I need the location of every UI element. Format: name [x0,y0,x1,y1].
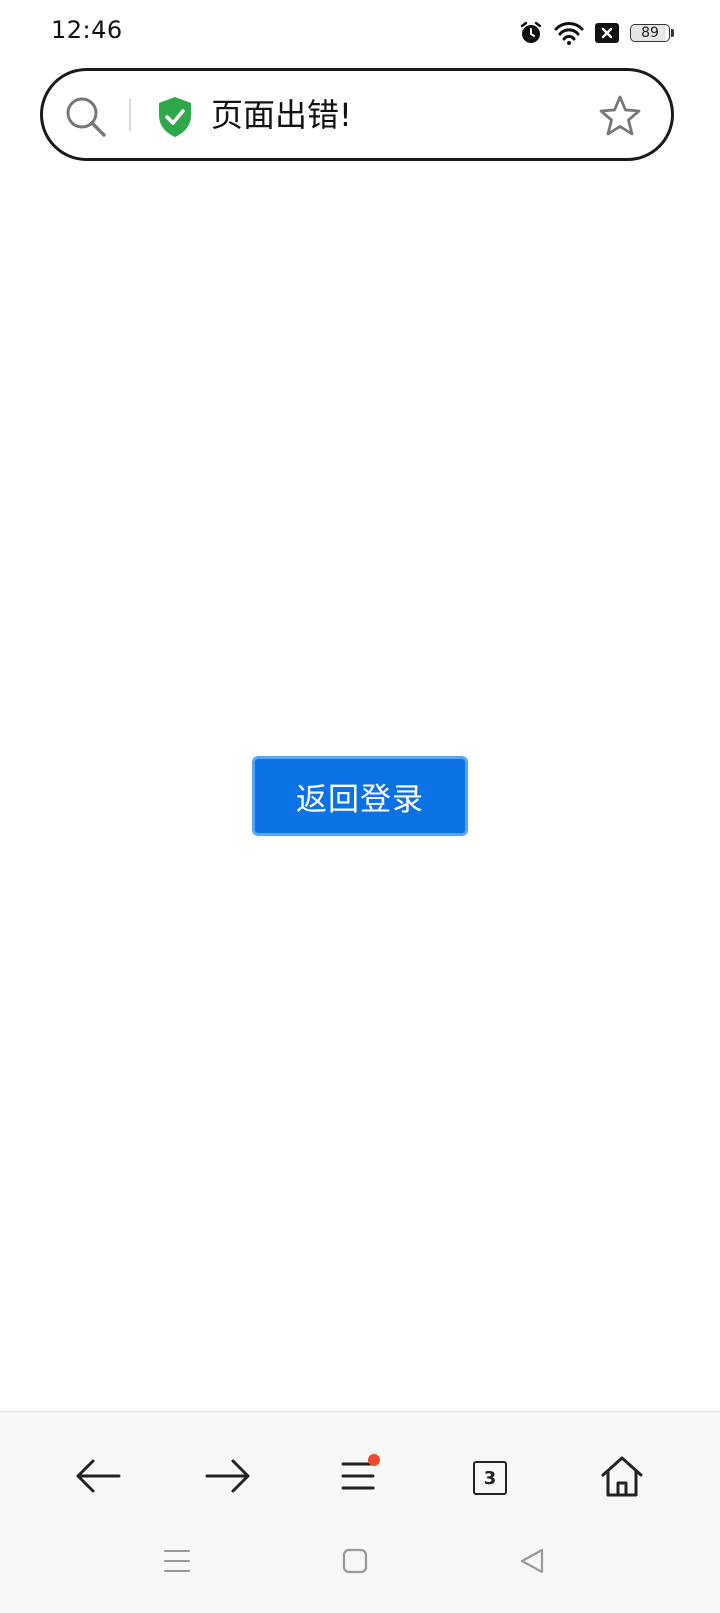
wifi-icon [554,20,584,46]
status-icons: 89 [518,18,674,48]
tabs-icon: 3 [473,1461,507,1495]
alarm-icon [518,20,544,46]
secure-shield-icon[interactable] [155,95,195,143]
home-square-icon [342,1548,368,1578]
recents-icon [164,1548,190,1578]
star-icon[interactable] [597,93,643,143]
home-button[interactable] [592,1448,652,1508]
home-icon [599,1454,645,1502]
system-home-button[interactable] [335,1543,375,1583]
forward-arrow-icon [203,1456,253,1500]
page-title[interactable]: 页面出错! [211,95,352,135]
forward-button[interactable] [198,1448,258,1508]
tabs-button[interactable]: 3 [460,1448,520,1508]
back-arrow-icon [73,1456,123,1500]
return-login-button[interactable]: 返回登录 [252,756,468,836]
battery-icon: 89 [630,24,674,42]
back-button[interactable] [68,1448,128,1508]
recents-button[interactable] [157,1543,197,1583]
no-sim-icon [594,22,620,44]
menu-button[interactable] [328,1448,388,1508]
status-bar: 12:46 89 [0,0,720,66]
search-icon[interactable] [63,94,109,144]
battery-level: 89 [641,25,659,41]
system-back-button[interactable] [512,1543,552,1583]
back-triangle-icon [519,1548,545,1578]
notification-dot [368,1454,380,1466]
url-divider [129,99,131,131]
address-bar[interactable]: 页面出错! [40,68,674,161]
status-time: 12:46 [51,16,123,44]
bottom-toolbar: 3 [0,1411,720,1613]
